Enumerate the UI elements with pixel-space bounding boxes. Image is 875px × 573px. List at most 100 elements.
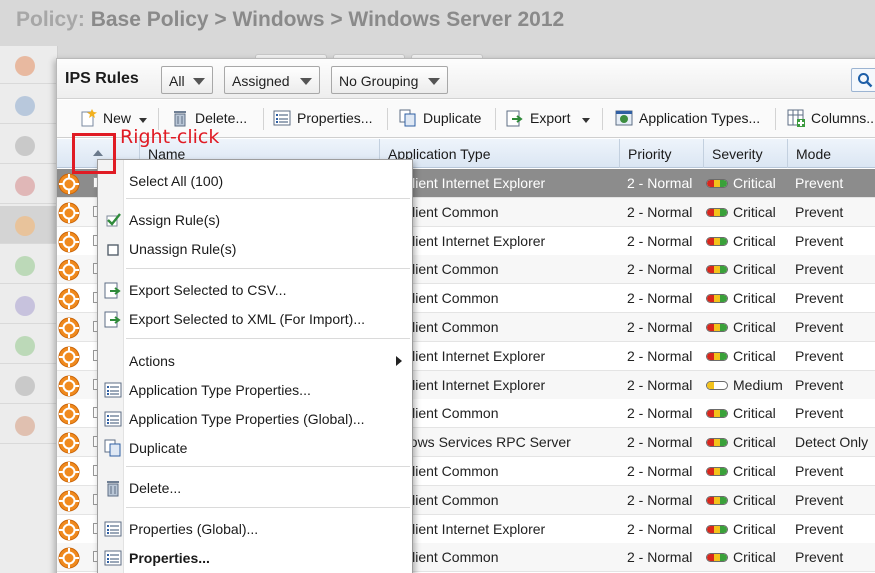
cell-mode: Prevent xyxy=(795,549,844,566)
properties-button[interactable]: Properties... xyxy=(273,106,381,132)
menu-item-properties-global[interactable]: Properties (Global)... xyxy=(98,516,412,542)
cell-priority: 2 - Normal xyxy=(627,232,693,249)
ips-rule-icon xyxy=(58,490,80,512)
menu-item-label: Actions xyxy=(129,353,175,369)
menu-item-properties[interactable]: Properties... xyxy=(98,545,412,571)
menu-item-export-csv[interactable]: Export Selected to CSV... xyxy=(98,277,412,303)
ips-rule-icon xyxy=(58,461,80,483)
column-header-priority[interactable]: Priority xyxy=(619,139,703,168)
filter-bar: IPS Rules All Assigned No Grouping xyxy=(57,59,875,99)
chevron-down-icon xyxy=(139,118,147,123)
cell-severity: Critical xyxy=(733,261,776,278)
chevron-down-icon xyxy=(582,118,590,123)
columns-button[interactable]: Columns... xyxy=(787,106,875,132)
sidebar-item[interactable] xyxy=(0,366,58,404)
cell-mode: Prevent xyxy=(795,463,844,479)
cell-mode: Prevent xyxy=(795,232,844,249)
cell-priority: 2 - Normal xyxy=(627,405,693,422)
column-header-label: Priority xyxy=(628,146,672,162)
export-button[interactable]: Export xyxy=(506,106,596,132)
menu-item-unassign-rules[interactable]: Unassign Rule(s) xyxy=(98,236,412,262)
cell-severity: Critical xyxy=(733,319,776,335)
ips-rule-icon xyxy=(58,403,80,425)
column-header-mode[interactable]: Mode xyxy=(787,139,875,168)
sidebar-item[interactable] xyxy=(0,326,58,364)
cell-application-type: Client Common xyxy=(402,463,499,479)
menu-item-label: Export Selected to XML (For Import)... xyxy=(129,311,366,327)
menu-item-delete[interactable]: Delete... xyxy=(98,475,412,501)
scope-dropdown[interactable]: All xyxy=(161,66,213,94)
sidebar-item[interactable] xyxy=(0,286,58,324)
cell-severity: Critical xyxy=(733,405,776,422)
cell-mode: Prevent xyxy=(795,491,844,508)
cell-priority: 2 - Normal xyxy=(627,520,693,537)
application-types-button[interactable]: Application Types... xyxy=(615,106,777,132)
menu-item-label: Application Type Properties (Global)... xyxy=(129,411,365,427)
assignment-dropdown-value: Assigned xyxy=(232,73,290,89)
cell-severity: Medium xyxy=(733,376,783,393)
search-button[interactable] xyxy=(851,68,875,92)
cell-priority: 2 - Normal xyxy=(627,319,693,335)
sidebar-item[interactable] xyxy=(0,126,58,164)
chevron-down-icon xyxy=(428,78,440,85)
menu-item-application-type-properties[interactable]: Application Type Properties... xyxy=(98,377,412,403)
severity-meter xyxy=(706,351,728,361)
cell-priority: 2 - Normal xyxy=(627,175,693,191)
column-header-severity[interactable]: Severity xyxy=(703,139,787,168)
sidebar-item[interactable] xyxy=(0,206,58,244)
cell-mode: Prevent xyxy=(795,290,844,307)
duplicate-button-label: Duplicate xyxy=(423,110,482,126)
trash-icon xyxy=(107,481,119,497)
sidebar-item[interactable] xyxy=(0,406,58,444)
grouping-dropdown[interactable]: No Grouping xyxy=(331,66,448,94)
sidebar-item[interactable] xyxy=(0,46,58,84)
policy-sidebar xyxy=(0,46,58,573)
context-menu: Select All (100) Assign Rule(s) Unassign… xyxy=(97,159,413,573)
duplicate-icon xyxy=(104,439,121,457)
cell-priority: 2 - Normal xyxy=(627,549,693,566)
menu-item-actions[interactable]: Actions xyxy=(98,348,412,374)
new-button-label: New xyxy=(103,110,132,126)
toolbar-separator xyxy=(775,108,776,130)
trash-icon xyxy=(174,111,186,127)
sidebar-icon xyxy=(15,216,35,236)
ips-rule-icon xyxy=(58,519,80,541)
sidebar-item[interactable] xyxy=(0,246,58,284)
menu-item-label: Delete... xyxy=(129,480,182,496)
severity-meter xyxy=(706,524,728,534)
ips-rule-icon xyxy=(58,432,80,454)
menu-separator xyxy=(126,268,410,269)
menu-separator xyxy=(126,507,410,508)
menu-item-duplicate[interactable]: Duplicate xyxy=(98,435,412,461)
sidebar-icon xyxy=(15,136,35,156)
column-header-application-type[interactable]: Application Type xyxy=(379,139,619,168)
annotation-label: Right-click xyxy=(120,126,220,148)
properties-icon xyxy=(104,411,122,427)
assignment-dropdown[interactable]: Assigned xyxy=(224,66,320,94)
cell-application-type: Client Common xyxy=(402,290,499,307)
cell-mode: Prevent xyxy=(795,203,844,220)
sidebar-item[interactable] xyxy=(0,166,58,204)
cell-application-type: Client Common xyxy=(402,319,499,335)
menu-item-select-all[interactable]: Select All (100) xyxy=(98,168,412,194)
menu-item-assign-rules[interactable]: Assign Rule(s) xyxy=(98,207,412,233)
cell-application-type: Client Internet Explorer xyxy=(402,376,546,393)
chevron-down-icon xyxy=(193,78,205,85)
menu-item-application-type-properties-global[interactable]: Application Type Properties (Global)... xyxy=(98,406,412,432)
cell-priority: 2 - Normal xyxy=(627,434,693,451)
duplicate-button[interactable]: Duplicate xyxy=(399,106,489,132)
toolbar-separator xyxy=(602,108,603,130)
ips-rule-icon xyxy=(58,375,80,397)
page-title-path: Base Policy > Windows > Windows Server 2… xyxy=(90,8,565,31)
cell-application-type: Client Common xyxy=(402,203,499,220)
menu-item-label: Properties (Global)... xyxy=(129,521,259,537)
checkbox-unchecked-icon xyxy=(107,244,119,256)
cell-priority: 2 - Normal xyxy=(627,203,693,220)
sidebar-item[interactable] xyxy=(0,86,58,124)
cell-application-type: Client Internet Explorer xyxy=(402,347,546,364)
menu-item-label: Unassign Rule(s) xyxy=(129,241,237,257)
cell-application-type: dows Services RPC Server xyxy=(402,434,571,451)
properties-icon xyxy=(104,550,122,566)
column-header-label: Severity xyxy=(712,146,763,162)
menu-item-export-xml[interactable]: Export Selected to XML (For Import)... xyxy=(98,306,412,332)
